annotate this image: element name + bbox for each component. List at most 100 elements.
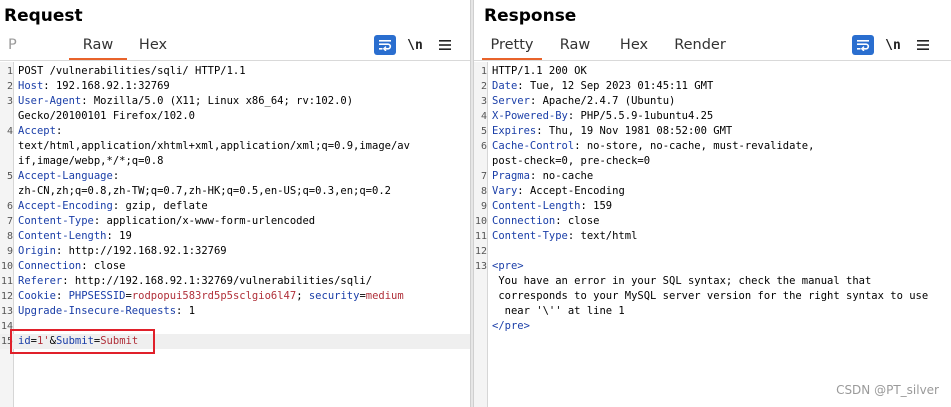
request-editor[interactable]: 1 POST /vulnerabilities/sqli/ HTTP/1.1 2 Ho…	[0, 62, 470, 407]
line-content: if,image/webp,*/*;q=0.8	[18, 154, 163, 169]
request-tabs: P Raw Hex	[8, 34, 173, 60]
code-line: 11 Referer: http://192.168.92.1:32769/vul…	[0, 274, 470, 289]
line-number: 15	[0, 336, 13, 347]
tab-hex[interactable]: Hex	[133, 34, 173, 60]
tabbar-divider	[474, 60, 951, 61]
field-name: Connection	[18, 260, 82, 272]
code-line: 5 Expires: Thu, 19 Nov 1981 08:52:00 GMT	[474, 124, 951, 139]
field-value: : close	[81, 260, 126, 272]
field-value: : gzip, deflate	[112, 200, 208, 212]
wrap-lines-button[interactable]	[374, 35, 396, 55]
field-value: :	[55, 125, 63, 137]
show-newlines-button[interactable]: \n	[404, 35, 426, 55]
param-value: rodpopui583rd5p5sclgio6l47	[131, 290, 297, 302]
code-line: 9 Origin: http://192.168.92.1:32769	[0, 244, 470, 259]
tab-raw[interactable]: Raw	[69, 34, 127, 60]
line-content: Host: 192.168.92.1:32769	[18, 79, 170, 94]
request-toolbar: \n	[366, 35, 456, 55]
line-number: 2	[480, 81, 487, 92]
field-name: User-Agent	[18, 95, 82, 107]
line-number: 12	[474, 246, 487, 257]
code-line: post-check=0, pre-check=0	[474, 154, 951, 169]
field-value: post-check=0, pre-check=0	[492, 155, 651, 167]
line-content: </pre>	[492, 319, 530, 334]
field-name: X-Powered-By	[492, 110, 568, 122]
field-value: zh-CN,zh;q=0.8,zh-TW;q=0.7,zh-HK;q=0.5,e…	[18, 185, 391, 197]
line-number: 1	[480, 66, 487, 77]
tab-pretty[interactable]: P	[8, 34, 20, 60]
field-name: Content-Type	[492, 230, 568, 242]
line-content: Content-Length: 159	[492, 199, 612, 214]
field-name: Content-Length	[492, 200, 581, 212]
field-name: Date	[492, 80, 518, 92]
field-value: : no-store, no-cache, must-revalidate,	[574, 140, 815, 152]
field-name: Connection	[492, 215, 556, 227]
line-number: 3	[480, 96, 487, 107]
line-number: 10	[0, 261, 13, 272]
code-line: 1 POST /vulnerabilities/sqli/ HTTP/1.1	[0, 64, 470, 79]
response-title: Response	[484, 6, 577, 26]
wrap-lines-button[interactable]	[852, 35, 874, 55]
field-value: : Mozilla/5.0 (X11; Linux x86_64; rv:102…	[81, 95, 354, 107]
line-number: 8	[480, 186, 487, 197]
field-value: : 159	[580, 200, 613, 212]
field-value: : PHP/5.5.9-1ubuntu4.25	[567, 110, 714, 122]
field-value: : close	[555, 215, 600, 227]
line-content: Gecko/20100101 Firefox/102.0	[18, 109, 195, 124]
field-name: Vary	[492, 185, 518, 197]
code-line: 7 Content-Type: application/x-www-form-ur…	[0, 214, 470, 229]
hamburger-icon	[439, 40, 451, 50]
tab-raw[interactable]: Raw	[550, 34, 600, 60]
tab-hex[interactable]: Hex	[610, 34, 658, 60]
field-value: : application/x-www-form-urlencoded	[93, 215, 316, 227]
line-content: You have an error in your SQL syntax; ch…	[492, 274, 871, 289]
field-name: Accept-Language	[18, 170, 113, 182]
code-line: </pre>	[474, 319, 951, 334]
code-line: if,image/webp,*/*;q=0.8	[0, 154, 470, 169]
line-content: <pre>	[492, 259, 524, 274]
code-line: 12 Cookie: PHPSESSID=rodpopui583rd5p5sclg…	[0, 289, 470, 304]
param-value: medium	[365, 290, 404, 302]
code-line: zh-CN,zh;q=0.8,zh-TW;q=0.7,zh-HK;q=0.5,e…	[0, 184, 470, 199]
response-toolbar: \n	[844, 35, 934, 55]
line-number: 1	[6, 66, 13, 77]
show-newlines-button[interactable]: \n	[882, 35, 904, 55]
code-line: corresponds to your MySQL server version…	[474, 289, 951, 304]
response-menu-button[interactable]	[912, 35, 934, 55]
field-name: Cookie	[18, 290, 56, 302]
field-name: Accept	[18, 125, 56, 137]
field-value: corresponds to your MySQL server version…	[492, 290, 929, 302]
field-name: Referer	[18, 275, 63, 287]
line-number: 7	[480, 171, 487, 182]
tab-render[interactable]: Render	[670, 34, 730, 60]
field-value: :	[112, 170, 120, 182]
code-line: 12	[474, 244, 951, 259]
field-value: text/html,application/xhtml+xml,applicat…	[18, 140, 410, 152]
tabbar-divider	[0, 60, 470, 61]
tab-pretty[interactable]: Pretty	[482, 34, 542, 60]
code-line: 5 Accept-Language:	[0, 169, 470, 184]
request-menu-button[interactable]	[434, 35, 456, 55]
line-number: 5	[480, 126, 487, 137]
response-editor[interactable]: 1 HTTP/1.1 200 OK 2 Date: Tue, 12 Sep 2023 …	[474, 62, 951, 407]
line-number: 14	[0, 321, 13, 332]
code-line: 3 User-Agent: Mozilla/5.0 (X11; Linux x86…	[0, 94, 470, 109]
field-value: POST /vulnerabilities/sqli/ HTTP/1.1	[18, 65, 246, 77]
response-tabs: Pretty Raw Hex Render	[482, 34, 730, 60]
line-number: 11	[474, 231, 487, 242]
line-content: id=1'&Submit=Submit	[18, 334, 138, 349]
param-value: 1'	[36, 335, 50, 347]
line-content: text/html,application/xhtml+xml,applicat…	[18, 139, 410, 154]
wrap-icon	[857, 40, 870, 51]
code-line: 8 Content-Length: 19	[0, 229, 470, 244]
line-number: 6	[480, 141, 487, 152]
field-name: Expires	[492, 125, 537, 137]
response-pane: Response Pretty Raw Hex Render \n 1 HTTP/…	[474, 0, 951, 407]
line-number: 3	[6, 96, 13, 107]
line-content: Referer: http://192.168.92.1:32769/vulne…	[18, 274, 372, 289]
line-number: 9	[480, 201, 487, 212]
code-line: 10 Connection: close	[0, 259, 470, 274]
line-number: 2	[6, 81, 13, 92]
code-line: 13 <pre>	[474, 259, 951, 274]
field-value: HTTP/1.1 200 OK	[492, 65, 587, 77]
